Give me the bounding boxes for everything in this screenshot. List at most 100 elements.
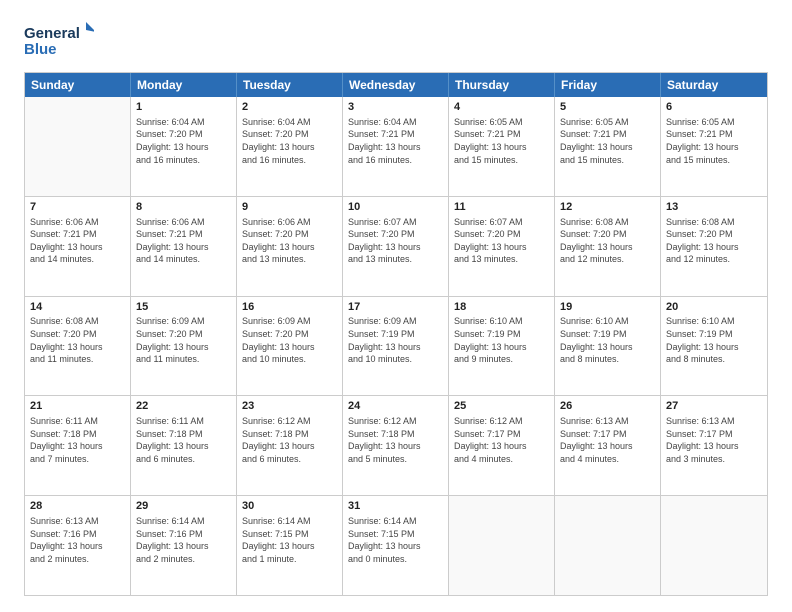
day-number: 22: [136, 399, 231, 414]
cal-cell: 15Sunrise: 6:09 AM Sunset: 7:20 PM Dayli…: [131, 297, 237, 396]
header: General Blue: [24, 20, 768, 60]
cell-info: Sunrise: 6:07 AM Sunset: 7:20 PM Dayligh…: [348, 216, 443, 266]
cal-cell: 22Sunrise: 6:11 AM Sunset: 7:18 PM Dayli…: [131, 396, 237, 495]
cell-info: Sunrise: 6:06 AM Sunset: 7:21 PM Dayligh…: [136, 216, 231, 266]
cell-info: Sunrise: 6:12 AM Sunset: 7:17 PM Dayligh…: [454, 415, 549, 465]
cell-info: Sunrise: 6:04 AM Sunset: 7:20 PM Dayligh…: [242, 116, 337, 166]
day-number: 31: [348, 499, 443, 514]
day-number: 8: [136, 200, 231, 215]
cal-cell: 8Sunrise: 6:06 AM Sunset: 7:21 PM Daylig…: [131, 197, 237, 296]
day-number: 14: [30, 300, 125, 315]
cell-info: Sunrise: 6:08 AM Sunset: 7:20 PM Dayligh…: [666, 216, 762, 266]
day-number: 21: [30, 399, 125, 414]
cal-cell: 29Sunrise: 6:14 AM Sunset: 7:16 PM Dayli…: [131, 496, 237, 595]
cell-info: Sunrise: 6:05 AM Sunset: 7:21 PM Dayligh…: [454, 116, 549, 166]
day-number: 2: [242, 100, 337, 115]
cal-cell: 30Sunrise: 6:14 AM Sunset: 7:15 PM Dayli…: [237, 496, 343, 595]
day-number: 7: [30, 200, 125, 215]
cal-cell: 6Sunrise: 6:05 AM Sunset: 7:21 PM Daylig…: [661, 97, 767, 196]
day-number: 20: [666, 300, 762, 315]
cell-info: Sunrise: 6:14 AM Sunset: 7:15 PM Dayligh…: [348, 515, 443, 565]
calendar-header: SundayMondayTuesdayWednesdayThursdayFrid…: [25, 73, 767, 97]
cell-info: Sunrise: 6:14 AM Sunset: 7:16 PM Dayligh…: [136, 515, 231, 565]
cal-cell: 13Sunrise: 6:08 AM Sunset: 7:20 PM Dayli…: [661, 197, 767, 296]
day-header-tuesday: Tuesday: [237, 73, 343, 97]
cal-cell: 25Sunrise: 6:12 AM Sunset: 7:17 PM Dayli…: [449, 396, 555, 495]
cal-cell: 2Sunrise: 6:04 AM Sunset: 7:20 PM Daylig…: [237, 97, 343, 196]
cell-info: Sunrise: 6:13 AM Sunset: 7:17 PM Dayligh…: [666, 415, 762, 465]
cell-info: Sunrise: 6:09 AM Sunset: 7:20 PM Dayligh…: [242, 315, 337, 365]
cal-cell: [555, 496, 661, 595]
cal-cell: 4Sunrise: 6:05 AM Sunset: 7:21 PM Daylig…: [449, 97, 555, 196]
cell-info: Sunrise: 6:12 AM Sunset: 7:18 PM Dayligh…: [348, 415, 443, 465]
cal-cell: 1Sunrise: 6:04 AM Sunset: 7:20 PM Daylig…: [131, 97, 237, 196]
day-number: 3: [348, 100, 443, 115]
cal-cell: 26Sunrise: 6:13 AM Sunset: 7:17 PM Dayli…: [555, 396, 661, 495]
cal-cell: 9Sunrise: 6:06 AM Sunset: 7:20 PM Daylig…: [237, 197, 343, 296]
svg-text:Blue: Blue: [24, 41, 57, 58]
cal-week-0: 1Sunrise: 6:04 AM Sunset: 7:20 PM Daylig…: [25, 97, 767, 196]
day-number: 11: [454, 200, 549, 215]
day-header-thursday: Thursday: [449, 73, 555, 97]
day-header-saturday: Saturday: [661, 73, 767, 97]
day-number: 15: [136, 300, 231, 315]
cal-cell: 10Sunrise: 6:07 AM Sunset: 7:20 PM Dayli…: [343, 197, 449, 296]
cell-info: Sunrise: 6:04 AM Sunset: 7:20 PM Dayligh…: [136, 116, 231, 166]
day-number: 24: [348, 399, 443, 414]
cell-info: Sunrise: 6:13 AM Sunset: 7:17 PM Dayligh…: [560, 415, 655, 465]
cal-cell: 21Sunrise: 6:11 AM Sunset: 7:18 PM Dayli…: [25, 396, 131, 495]
cell-info: Sunrise: 6:05 AM Sunset: 7:21 PM Dayligh…: [560, 116, 655, 166]
day-number: 6: [666, 100, 762, 115]
cal-cell: 19Sunrise: 6:10 AM Sunset: 7:19 PM Dayli…: [555, 297, 661, 396]
cal-week-1: 7 Sunrise: 6:06 AM Sunset: 7:21 PM Daylig…: [25, 196, 767, 296]
day-number: 29: [136, 499, 231, 514]
cell-info: Sunrise: 6:11 AM Sunset: 7:18 PM Dayligh…: [30, 415, 125, 465]
day-number: 10: [348, 200, 443, 215]
cell-info: Sunrise: 6:10 AM Sunset: 7:19 PM Dayligh…: [454, 315, 549, 365]
day-header-friday: Friday: [555, 73, 661, 97]
cal-week-3: 21Sunrise: 6:11 AM Sunset: 7:18 PM Dayli…: [25, 395, 767, 495]
cal-week-2: 14Sunrise: 6:08 AM Sunset: 7:20 PM Dayli…: [25, 296, 767, 396]
day-number: 30: [242, 499, 337, 514]
cell-info: Sunrise: 6:13 AM Sunset: 7:16 PM Dayligh…: [30, 515, 125, 565]
cal-cell: 3Sunrise: 6:04 AM Sunset: 7:21 PM Daylig…: [343, 97, 449, 196]
day-header-wednesday: Wednesday: [343, 73, 449, 97]
day-number: 28: [30, 499, 125, 514]
cal-cell: 31Sunrise: 6:14 AM Sunset: 7:15 PM Dayli…: [343, 496, 449, 595]
cal-cell: 23Sunrise: 6:12 AM Sunset: 7:18 PM Dayli…: [237, 396, 343, 495]
cell-info: Sunrise: 6:10 AM Sunset: 7:19 PM Dayligh…: [666, 315, 762, 365]
cal-cell: 17Sunrise: 6:09 AM Sunset: 7:19 PM Dayli…: [343, 297, 449, 396]
day-number: 12: [560, 200, 655, 215]
calendar-body: 1Sunrise: 6:04 AM Sunset: 7:20 PM Daylig…: [25, 97, 767, 595]
day-number: 27: [666, 399, 762, 414]
cell-info: Sunrise: 6:11 AM Sunset: 7:18 PM Dayligh…: [136, 415, 231, 465]
day-number: 18: [454, 300, 549, 315]
cell-info: Sunrise: 6:06 AM Sunset: 7:20 PM Dayligh…: [242, 216, 337, 266]
cell-info: Sunrise: 6:12 AM Sunset: 7:18 PM Dayligh…: [242, 415, 337, 465]
cell-info: Sunrise: 6:05 AM Sunset: 7:21 PM Dayligh…: [666, 116, 762, 166]
cal-cell: 28Sunrise: 6:13 AM Sunset: 7:16 PM Dayli…: [25, 496, 131, 595]
cal-week-4: 28Sunrise: 6:13 AM Sunset: 7:16 PM Dayli…: [25, 495, 767, 595]
cal-cell: 20Sunrise: 6:10 AM Sunset: 7:19 PM Dayli…: [661, 297, 767, 396]
day-number: 5: [560, 100, 655, 115]
cell-info: Sunrise: 6:14 AM Sunset: 7:15 PM Dayligh…: [242, 515, 337, 565]
cell-info: Sunrise: 6:09 AM Sunset: 7:19 PM Dayligh…: [348, 315, 443, 365]
day-number: 23: [242, 399, 337, 414]
cal-cell: 27Sunrise: 6:13 AM Sunset: 7:17 PM Dayli…: [661, 396, 767, 495]
day-number: 13: [666, 200, 762, 215]
cal-cell: [25, 97, 131, 196]
cell-info: Sunrise: 6:07 AM Sunset: 7:20 PM Dayligh…: [454, 216, 549, 266]
day-header-monday: Monday: [131, 73, 237, 97]
cal-cell: 24Sunrise: 6:12 AM Sunset: 7:18 PM Dayli…: [343, 396, 449, 495]
cal-cell: 12Sunrise: 6:08 AM Sunset: 7:20 PM Dayli…: [555, 197, 661, 296]
day-number: 17: [348, 300, 443, 315]
cell-info: Sunrise: 6:08 AM Sunset: 7:20 PM Dayligh…: [560, 216, 655, 266]
cal-cell: 16Sunrise: 6:09 AM Sunset: 7:20 PM Dayli…: [237, 297, 343, 396]
cal-cell: 11Sunrise: 6:07 AM Sunset: 7:20 PM Dayli…: [449, 197, 555, 296]
cell-info: Sunrise: 6:10 AM Sunset: 7:19 PM Dayligh…: [560, 315, 655, 365]
day-header-sunday: Sunday: [25, 73, 131, 97]
cal-cell: 18Sunrise: 6:10 AM Sunset: 7:19 PM Dayli…: [449, 297, 555, 396]
cell-info: Sunrise: 6:09 AM Sunset: 7:20 PM Dayligh…: [136, 315, 231, 365]
page: General Blue SundayMondayTuesdayWednesda…: [0, 0, 792, 612]
calendar: SundayMondayTuesdayWednesdayThursdayFrid…: [24, 72, 768, 596]
